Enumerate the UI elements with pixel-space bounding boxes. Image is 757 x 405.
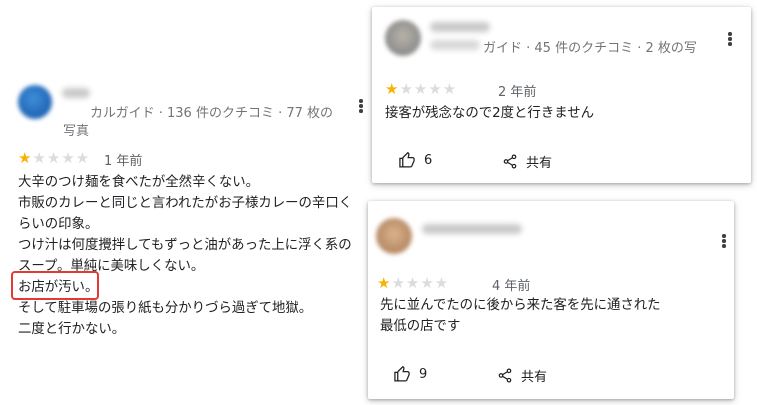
like-button[interactable]: 9 [393,366,427,383]
share-label: 共有 [521,370,548,385]
share-button[interactable]: 共有 [502,152,552,171]
star-rating: ★★★★★ [377,274,450,292]
review-line: らいの印象。 [18,217,99,232]
share-icon [503,154,517,169]
review-card-top: ガイド · 45 件のクチコミ · 2 枚の写 ★★★★★ 2 年前 接客が残念… [372,7,751,183]
reviewer-avatar [385,20,421,56]
like-count: 6 [424,153,433,168]
reviewer-meta-blurred [430,40,480,50]
reviewer-name-blurred [62,88,90,98]
review-line: 市販のカレーと同じと言われたがお子様カレーの辛口く [18,196,353,211]
share-icon [498,368,512,383]
reviewer-avatar [18,85,52,119]
like-count: 9 [419,367,428,382]
reviewer-name-blurred [422,224,522,234]
more-vert-icon[interactable] [722,234,726,248]
review-text: 接客が残念なので2度と行きません [385,106,594,121]
review-line: 先に並んでたのに後から来た客を先に通された [380,298,661,313]
like-button[interactable]: 6 [398,152,432,169]
reviewer-meta: カルガイド · 136 件のクチコミ · 77 枚の [90,106,334,121]
review-date: 1 年前 [104,154,143,169]
share-button[interactable]: 共有 [497,366,547,385]
review-line: 大辛のつけ麺を食べたが全然辛くない。 [18,175,260,190]
more-vert-icon[interactable] [728,32,732,46]
review-date: 4 年前 [492,279,531,294]
reviewer-meta: ガイド · 45 件のクチコミ · 2 枚の写 [483,41,697,56]
thumbs-up-icon [399,152,415,168]
reviewer-meta-cont: 写真 [63,124,90,139]
review-card-bottom: ★★★★★ 4 年前 先に並んでたのに後から来た客を先に通された 最低の店です … [368,201,734,399]
review-line: 二度と行かない。 [18,322,126,337]
share-label: 共有 [526,156,553,171]
review-date: 2 年前 [498,85,537,100]
review-line: 最低の店です [380,319,461,334]
reviewer-avatar [376,218,412,254]
review-line: つけ汁は何度攪拌してもずっと油があった上に浮く系の [18,238,352,253]
review-line: そして駐車場の張り紙も分かりづら過ぎて地獄。 [18,301,313,316]
highlight-box [11,271,99,300]
more-vert-icon[interactable] [359,99,363,113]
star-rating: ★★★★★ [18,149,91,167]
reviewer-name-blurred [430,22,490,32]
star-rating: ★★★★★ [385,80,458,98]
thumbs-up-icon [394,366,410,382]
